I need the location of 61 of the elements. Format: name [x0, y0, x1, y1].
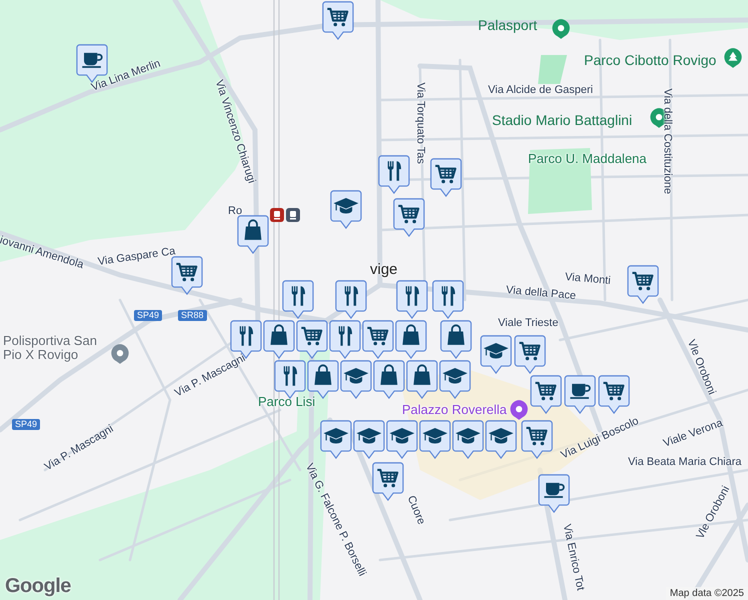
shopping-bag-marker[interactable] [237, 215, 269, 254]
street-label: Via Gaspare Ca [97, 245, 176, 269]
graduation-cap-marker[interactable] [485, 420, 517, 459]
place-label: Palazzo Roverella [402, 401, 507, 418]
shopping-cart-marker[interactable] [627, 265, 659, 304]
shopping-cart-marker[interactable] [393, 198, 425, 237]
fork-knife-marker[interactable] [335, 280, 367, 319]
street-label: Ro [228, 205, 242, 218]
street-label: Viale Trieste [498, 317, 558, 330]
shopping-bag-marker[interactable] [373, 360, 405, 399]
graduation-cap-marker[interactable] [330, 190, 362, 229]
street-label: Viale Verona [662, 417, 725, 451]
tree-icon[interactable] [724, 48, 742, 68]
graduation-cap-marker[interactable] [386, 420, 418, 459]
graduation-cap-marker[interactable] [353, 420, 385, 459]
place-label: Palasport [478, 16, 538, 35]
shopping-bag-marker[interactable] [440, 320, 472, 359]
graduation-cap-marker[interactable] [480, 335, 512, 374]
shopping-bag-marker[interactable] [406, 360, 438, 399]
park-label: Parco U. Maddalena [528, 152, 647, 166]
shopping-cart-marker[interactable] [521, 420, 553, 459]
street-label: Via Enrico Tot [560, 523, 586, 592]
street-label: Via Beata Maria Chiara [628, 456, 742, 469]
shopping-cart-marker[interactable] [430, 158, 462, 197]
shopping-cart-marker[interactable] [530, 375, 562, 414]
road-number-sign: SP49 [134, 310, 162, 321]
graduation-cap-marker[interactable] [439, 360, 471, 399]
street-label: Via della Costituzione [660, 88, 674, 194]
shopping-cart-marker[interactable] [372, 462, 404, 501]
shopping-cart-marker[interactable] [171, 256, 203, 295]
town-label: vige [370, 261, 398, 278]
street-label: Via Lina Merlin [90, 58, 162, 95]
park-area [538, 55, 567, 84]
place-label: Polisportiva San Pio X Rovigo [3, 334, 98, 362]
coffee-cup-marker[interactable] [564, 375, 596, 414]
graduation-cap-marker[interactable] [452, 420, 484, 459]
shopping-cart-marker[interactable] [322, 1, 354, 40]
place-label: Stadio Mario Battaglini [492, 111, 632, 130]
coffee-cup-marker[interactable] [538, 474, 570, 513]
fork-knife-marker[interactable] [396, 280, 428, 319]
fork-knife-marker[interactable] [282, 280, 314, 319]
road-number-sign: SR88 [178, 310, 207, 321]
street-label: Cuore [404, 494, 428, 527]
shopping-bag-marker[interactable] [263, 320, 295, 359]
street-label: Via Alcide de Gasperi [488, 84, 593, 97]
street-label: Via Torquato Tas [414, 82, 426, 164]
fork-knife-marker[interactable] [329, 320, 361, 359]
shopping-cart-marker[interactable] [514, 335, 546, 374]
shopping-bag-marker[interactable] [395, 320, 427, 359]
shopping-cart-marker[interactable] [296, 320, 328, 359]
shopping-cart-marker[interactable] [598, 375, 630, 414]
graduation-cap-marker[interactable] [340, 360, 372, 399]
shopping-cart-marker[interactable] [362, 320, 394, 359]
fork-knife-marker[interactable] [432, 280, 464, 319]
graduation-cap-marker[interactable] [320, 420, 352, 459]
park-label: Parco Lisi [258, 395, 316, 409]
google-logo[interactable]: Google [5, 575, 71, 597]
road-number-sign: SP49 [12, 419, 40, 430]
fork-knife-marker[interactable] [378, 155, 410, 194]
graduation-cap-marker[interactable] [419, 420, 451, 459]
place-label: Parco Cibotto Rovigo [584, 51, 716, 70]
